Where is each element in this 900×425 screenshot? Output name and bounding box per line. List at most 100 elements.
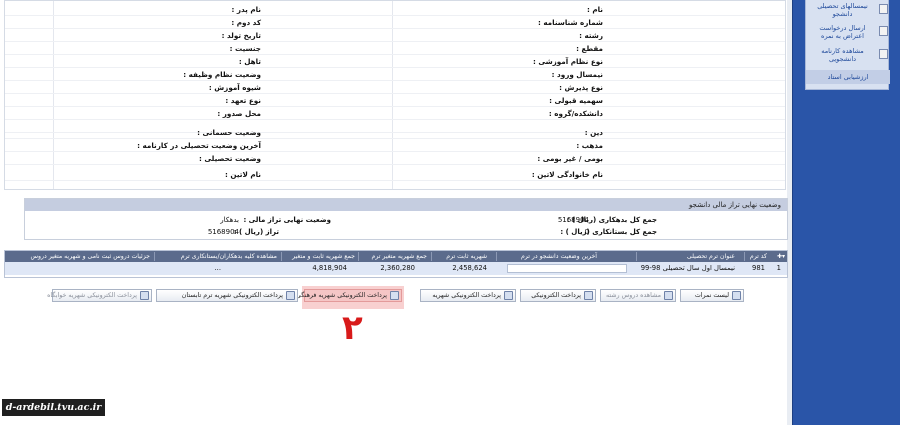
button-label: پرداخت الکترونیکی شهریه فرهنگی — [295, 292, 387, 299]
sidebar-item-label: ارسال درخواست اعتراض به نمره — [819, 24, 866, 40]
button-label: پرداخت الکترونیکی — [531, 292, 581, 299]
grid-header: ▾✚ کد ترم عنوان ترم تحصیلی آخرین وضعیت د… — [5, 251, 787, 262]
button-label: پرداخت الکترونیکی شهریه خوابگاه — [47, 292, 137, 299]
info-row: نام خانوادگی لاتین : نام لاتین : — [5, 169, 785, 181]
column-header-all-debts[interactable]: مشاهده کلیه بدهکاران/بستانکاری ترم — [181, 251, 277, 262]
info-row: دین : وضعیت حسمانی : — [5, 127, 785, 139]
tuition-payment-button[interactable]: پرداخت الکترونیکی شهریه — [420, 289, 516, 302]
info-label: وضعیت نظام وظیفه : — [183, 70, 261, 79]
sidebar-item-transcript[interactable]: مشاهده کارنامه دانشجویی — [806, 45, 890, 67]
info-row: نیمسال ورود : وضعیت نظام وظیفه : — [5, 69, 785, 81]
info-row: سهمیه قبولی : نوع تعهد : — [5, 95, 785, 107]
summer-term-payment-button[interactable]: پرداخت الکترونیکی شهریه ترم تابستان — [156, 289, 298, 302]
balance-value: 5168904 — [207, 228, 239, 236]
info-label: جنسیت : — [229, 44, 261, 53]
info-row: دانشکده/گروه : محل صدور : — [5, 108, 785, 120]
info-label: نوع تعهد : — [225, 96, 261, 105]
status-field — [507, 264, 627, 273]
info-label: وضعیت حسمانی : — [197, 128, 261, 137]
info-label: شیوه آموزش : — [208, 83, 261, 92]
payment-icon — [390, 291, 399, 300]
sidebar-item-label: مشاهده کارنامه دانشجویی — [821, 47, 864, 63]
column-header-details[interactable]: جزئیات دروس ثبت نامی و شهریه متغیر دروس — [30, 251, 150, 262]
info-label: نام لاتین : — [225, 170, 261, 179]
info-label: تاهل : — [238, 57, 261, 66]
grades-icon — [732, 291, 741, 300]
sidebar-item-terms[interactable]: نیمسالهای تحصیلی دانشجو — [806, 0, 890, 22]
payment-icon — [140, 291, 149, 300]
info-label: رشته : — [579, 31, 603, 40]
table-row[interactable]: 1 981 نیمسال اول سال تحصیلی 98-99 2,458,… — [5, 262, 787, 275]
site-watermark: d-ardebil.tvu.ac.ir — [2, 399, 105, 416]
cell-variable-fee: 2,360,280 — [380, 264, 415, 272]
folder-icon — [879, 4, 888, 14]
cell-total: 4,818,904 — [312, 264, 347, 272]
info-label: نوع نظام آموزشی : — [532, 57, 603, 66]
cell-all-debts[interactable]: ... — [215, 262, 221, 275]
info-row: مقطع : جنسیت : — [5, 43, 785, 55]
info-row: مذهب : آخرین وضعیت تحصیلی در کارنامه : — [5, 140, 785, 152]
cell-fixed-fee: 2,458,624 — [452, 264, 487, 272]
column-header-status[interactable]: آخرین وضعیت دانشجو در ترم — [521, 251, 597, 262]
step-annotation: ۲ — [342, 308, 363, 348]
financial-summary: وضعیت نهایی تراز مالی دانشجو جمع کل بدهک… — [24, 198, 788, 240]
info-row: بومی / غیر بومی : وضعیت تحصیلی : — [5, 153, 785, 165]
document-icon — [879, 26, 888, 36]
cell-term-code: 981 — [752, 264, 765, 272]
info-label: مقطع : — [576, 44, 603, 53]
financial-summary-body: جمع کل بدهکاری (ریال ) : 5168904 جمع کل … — [25, 212, 787, 239]
payment-icon — [504, 291, 513, 300]
cultural-fee-payment-button[interactable]: پرداخت الکترونیکی شهریه فرهنگی — [296, 289, 402, 302]
info-label: تاریخ تولد : — [221, 31, 261, 40]
info-row: نوع پذیرش : شیوه آموزش : — [5, 82, 785, 94]
balance-label: تراز (ریال ) : — [233, 228, 279, 236]
column-header-term-title[interactable]: عنوان ترم تحصیلی — [687, 251, 735, 262]
info-label: سهمیه قبولی : — [549, 96, 603, 105]
info-row: نام : نام پدر : — [5, 4, 785, 16]
sidebar: نیمسالهای تحصیلی دانشجو ارسال درخواست اع… — [792, 0, 900, 425]
info-row: شماره شناسنامه : کد دوم : — [5, 17, 785, 29]
payment-icon — [286, 291, 295, 300]
financial-summary-title: وضعیت نهایی تراز مالی دانشجو — [25, 199, 787, 211]
row-index: 1 — [776, 264, 781, 272]
info-label: شماره شناسنامه : — [537, 18, 603, 27]
sidebar-item-grade-objection[interactable]: ارسال درخواست اعتراض به نمره — [806, 22, 890, 44]
info-label: محل صدور : — [217, 109, 261, 118]
info-label: وضعیت تحصیلی : — [199, 154, 261, 163]
info-label: بومی / غیر بومی : — [537, 154, 603, 163]
info-label: نوع پذیرش : — [559, 83, 603, 92]
info-label: نیمسال ورود : — [551, 70, 603, 79]
info-label: مذهب : — [576, 141, 603, 150]
column-header-total[interactable]: جمع شهریه ثابت و متغیر — [292, 251, 355, 262]
info-label: نام : — [586, 5, 603, 14]
button-label: پرداخت الکترونیکی شهریه — [432, 292, 501, 299]
terms-grid: ▾✚ کد ترم عنوان ترم تحصیلی آخرین وضعیت د… — [4, 250, 788, 278]
info-row: نوع نظام آموزشی : تاهل : — [5, 56, 785, 68]
info-label: دانشکده/گروه : — [548, 109, 603, 118]
student-info-table: نام : نام پدر : شماره شناسنامه : کد دوم … — [4, 0, 786, 190]
sidebar-item-label: نیمسالهای تحصیلی دانشجو — [817, 2, 868, 18]
info-row: رشته : تاریخ تولد : — [5, 30, 785, 42]
info-label: آخرین وضعیت تحصیلی در کارنامه : — [137, 141, 261, 150]
sidebar-item-teacher-evaluation[interactable]: ارزشیابی استاد — [806, 70, 890, 84]
column-header-term-code[interactable]: کد ترم — [750, 251, 767, 262]
cell-term-title[interactable]: نیمسال اول سال تحصیلی 98-99 — [641, 262, 735, 275]
grades-list-button[interactable]: لیست نمرات — [680, 289, 744, 302]
financial-status-label: وضعیت نهایی تراز مالی : — [243, 216, 331, 224]
payment-icon — [584, 291, 593, 300]
dorm-payment-button[interactable]: پرداخت الکترونیکی شهریه خوابگاه — [47, 289, 152, 302]
column-header-variable-fee[interactable]: جمع شهریه متغیر ترم — [371, 251, 427, 262]
button-label: مشاهده دروس رشته — [605, 292, 661, 299]
electronic-payment-button[interactable]: پرداخت الکترونیکی — [520, 289, 596, 302]
info-label: نام خانوادگی لاتین : — [531, 170, 603, 179]
view-courses-button[interactable]: مشاهده دروس رشته — [600, 289, 676, 302]
debt-value: 5168904 — [557, 216, 589, 224]
report-icon — [879, 49, 888, 59]
info-label: کد دوم : — [231, 18, 261, 27]
sidebar-menu: نیمسالهای تحصیلی دانشجو ارسال درخواست اع… — [805, 0, 890, 90]
financial-status-value: بدهکار — [220, 216, 239, 224]
button-label: لیست نمرات — [694, 292, 729, 299]
button-label: پرداخت الکترونیکی شهریه ترم تابستان — [181, 292, 283, 299]
grid-menu-icon[interactable]: ▾✚ — [777, 251, 785, 262]
column-header-fixed-fee[interactable]: شهریه ثابت ترم — [446, 251, 487, 262]
